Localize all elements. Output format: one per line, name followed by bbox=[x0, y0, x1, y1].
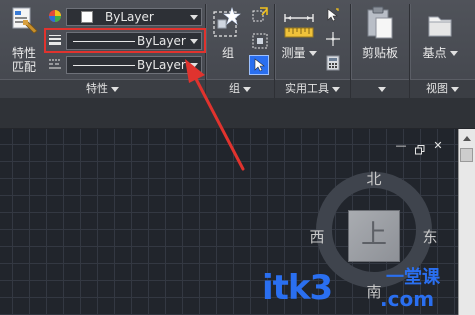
panel-expand-icon bbox=[451, 86, 459, 92]
autocad-window: 特性 匹配 ByLayer ByLayer ByLayer 特性 组 组 测量 … bbox=[0, 0, 475, 315]
annotation-arrow-icon bbox=[185, 59, 245, 171]
object-color-value: ByLayer bbox=[105, 10, 154, 24]
chevron-down-icon bbox=[308, 51, 317, 56]
watermark-domain: .com bbox=[380, 287, 435, 311]
measure-label: 测量 bbox=[280, 46, 318, 60]
itk3-watermark: itk3 一堂课 .com bbox=[262, 268, 452, 312]
measure-button[interactable]: 测量 bbox=[280, 4, 318, 76]
chevron-down-icon bbox=[190, 15, 198, 20]
match-properties-label-line1: 特性 bbox=[11, 46, 36, 60]
restore-icon bbox=[415, 145, 425, 155]
watermark-tagline: 一堂课 bbox=[386, 267, 440, 288]
quick-select-icon[interactable] bbox=[325, 7, 341, 23]
panel-expand-icon bbox=[377, 86, 386, 92]
utilities-panel-title[interactable]: 实用工具 bbox=[275, 79, 350, 98]
ungroup-icon[interactable] bbox=[251, 6, 269, 24]
viewcube-north[interactable]: 北 bbox=[364, 171, 384, 187]
viewcube-top-face[interactable]: 上 bbox=[348, 210, 400, 262]
match-properties-button[interactable]: 特性 匹配 bbox=[4, 4, 44, 78]
measure-icon bbox=[284, 14, 314, 38]
object-color-icon[interactable] bbox=[48, 9, 62, 23]
viewport-minimize-button[interactable]: — bbox=[394, 140, 408, 152]
linetype-preview-line bbox=[73, 65, 135, 66]
base-point-button[interactable]: 基点 bbox=[414, 4, 466, 76]
panel-expand-icon bbox=[111, 86, 119, 92]
calculator-icon[interactable] bbox=[326, 55, 340, 71]
vertical-scrollbar[interactable] bbox=[458, 129, 475, 315]
clipboard-panel-title[interactable] bbox=[351, 79, 409, 98]
clipboard-label: 剪贴板 bbox=[361, 46, 398, 60]
scroll-up-arrow-icon[interactable] bbox=[462, 134, 472, 142]
watermark-brand: itk3 bbox=[262, 268, 333, 308]
viewcube-west[interactable]: 西 bbox=[307, 229, 327, 245]
color-swatch bbox=[81, 11, 93, 23]
object-color-dropdown[interactable]: ByLayer bbox=[66, 8, 202, 26]
group-edit-icon[interactable] bbox=[251, 32, 269, 50]
linetype-icon[interactable] bbox=[48, 57, 62, 71]
base-point-label: 基点 bbox=[414, 46, 466, 60]
clipboard-button[interactable]: 剪贴板 bbox=[353, 4, 407, 76]
view-panel-title[interactable]: 视图 bbox=[410, 79, 475, 98]
scrollbar-thumb[interactable] bbox=[460, 148, 473, 162]
match-properties-icon bbox=[12, 7, 38, 34]
group-icon bbox=[213, 7, 241, 37]
viewport-restore-button[interactable] bbox=[415, 140, 425, 155]
match-properties-label-line2: 匹配 bbox=[11, 60, 36, 74]
utilities-panel-title-text: 实用工具 bbox=[285, 82, 329, 95]
view-panel-title-text: 视图 bbox=[426, 82, 448, 95]
base-view-icon bbox=[428, 16, 452, 37]
panel-expand-icon bbox=[332, 86, 340, 92]
viewcube-east[interactable]: 东 bbox=[420, 229, 440, 245]
chevron-down-icon bbox=[449, 51, 458, 56]
viewcube-top-label: 上 bbox=[360, 220, 387, 250]
viewport-close-button[interactable]: ✕ bbox=[431, 140, 445, 152]
paste-clipboard-icon bbox=[367, 6, 393, 39]
point-style-icon[interactable] bbox=[325, 31, 341, 47]
highlight-box bbox=[44, 28, 206, 53]
properties-panel-title-text: 特性 bbox=[86, 82, 108, 95]
